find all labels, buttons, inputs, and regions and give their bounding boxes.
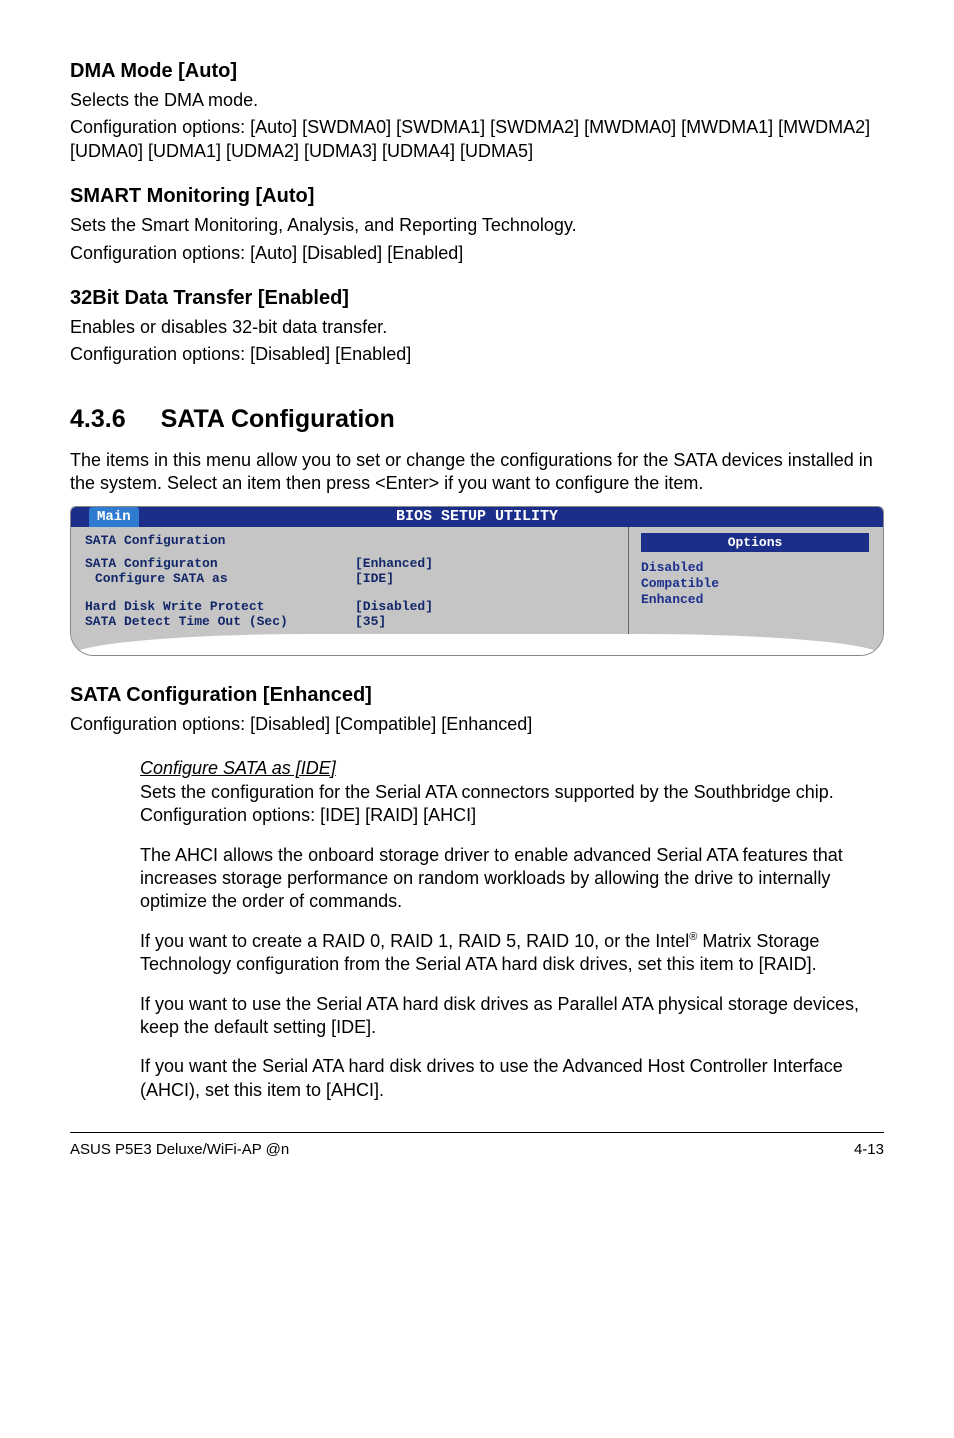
bios-title: BIOS SETUP UTILITY	[396, 508, 558, 525]
footer-page-number: 4-13	[854, 1141, 884, 1158]
bios-value: [35]	[355, 614, 386, 629]
bios-row-configure-sata: Configure SATA as [IDE]	[85, 571, 614, 586]
bios-row-sata-detect-time: SATA Detect Time Out (Sec) [35]	[85, 614, 614, 629]
heading-sata-config-enhanced: SATA Configuration [Enhanced]	[70, 684, 884, 707]
text-32bit-p2: Configuration options: [Disabled] [Enabl…	[70, 343, 884, 366]
bios-left-title: SATA Configuration	[85, 533, 614, 548]
bios-option-enhanced: Enhanced	[641, 592, 869, 608]
bios-label: Configure SATA as	[95, 571, 355, 586]
bios-label: Hard Disk Write Protect	[85, 599, 355, 614]
text-dma-p1: Selects the DMA mode.	[70, 89, 884, 112]
section-number: 4.3.6	[70, 405, 126, 434]
bios-screenshot: BIOS SETUP UTILITY Main SATA Configurati…	[70, 506, 884, 656]
bios-row-sata-config: SATA Configuraton [Enhanced]	[85, 556, 614, 571]
heading-sata-configuration: 4.3.6 SATA Configuration	[70, 405, 884, 434]
bios-options-header: Options	[641, 533, 869, 552]
bios-value: [Enhanced]	[355, 556, 433, 571]
bios-value: [IDE]	[355, 571, 394, 586]
section-title-text: SATA Configuration	[161, 405, 395, 433]
heading-dma-mode: DMA Mode [Auto]	[70, 60, 884, 83]
text-configure-sata-p2: The AHCI allows the onboard storage driv…	[140, 844, 884, 914]
text-configure-sata-p5: If you want the Serial ATA hard disk dri…	[140, 1055, 884, 1102]
text-configure-sata-p3: If you want to create a RAID 0, RAID 1, …	[140, 930, 884, 977]
bios-label: SATA Configuraton	[85, 556, 355, 571]
text-configure-sata-p4: If you want to use the Serial ATA hard d…	[140, 993, 884, 1040]
bios-header: BIOS SETUP UTILITY Main	[71, 507, 883, 527]
bios-row-hd-write-protect: Hard Disk Write Protect [Disabled]	[85, 599, 614, 614]
text-smart-p2: Configuration options: [Auto] [Disabled]…	[70, 242, 884, 265]
text-smart-p1: Sets the Smart Monitoring, Analysis, and…	[70, 214, 884, 237]
page-footer: ASUS P5E3 Deluxe/WiFi-AP @n 4-13	[70, 1132, 884, 1158]
text-sata-intro: The items in this menu allow you to set …	[70, 449, 884, 496]
bios-option-disabled: Disabled	[641, 560, 869, 576]
bios-tab-main: Main	[89, 507, 139, 527]
bios-label: SATA Detect Time Out (Sec)	[85, 614, 355, 629]
text-32bit-p1: Enables or disables 32-bit data transfer…	[70, 316, 884, 339]
text-configure-sata-p1: Sets the configuration for the Serial AT…	[140, 781, 884, 828]
bios-option-compatible: Compatible	[641, 576, 869, 592]
text-sata-config-enhanced-p1: Configuration options: [Disabled] [Compa…	[70, 713, 884, 736]
bios-value: [Disabled]	[355, 599, 433, 614]
subheading-configure-sata-ide: Configure SATA as [IDE]	[140, 758, 884, 779]
footer-left: ASUS P5E3 Deluxe/WiFi-AP @n	[70, 1141, 289, 1158]
heading-smart-monitoring: SMART Monitoring [Auto]	[70, 185, 884, 208]
text-dma-p2: Configuration options: [Auto] [SWDMA0] […	[70, 116, 884, 163]
heading-32bit-transfer: 32Bit Data Transfer [Enabled]	[70, 287, 884, 310]
